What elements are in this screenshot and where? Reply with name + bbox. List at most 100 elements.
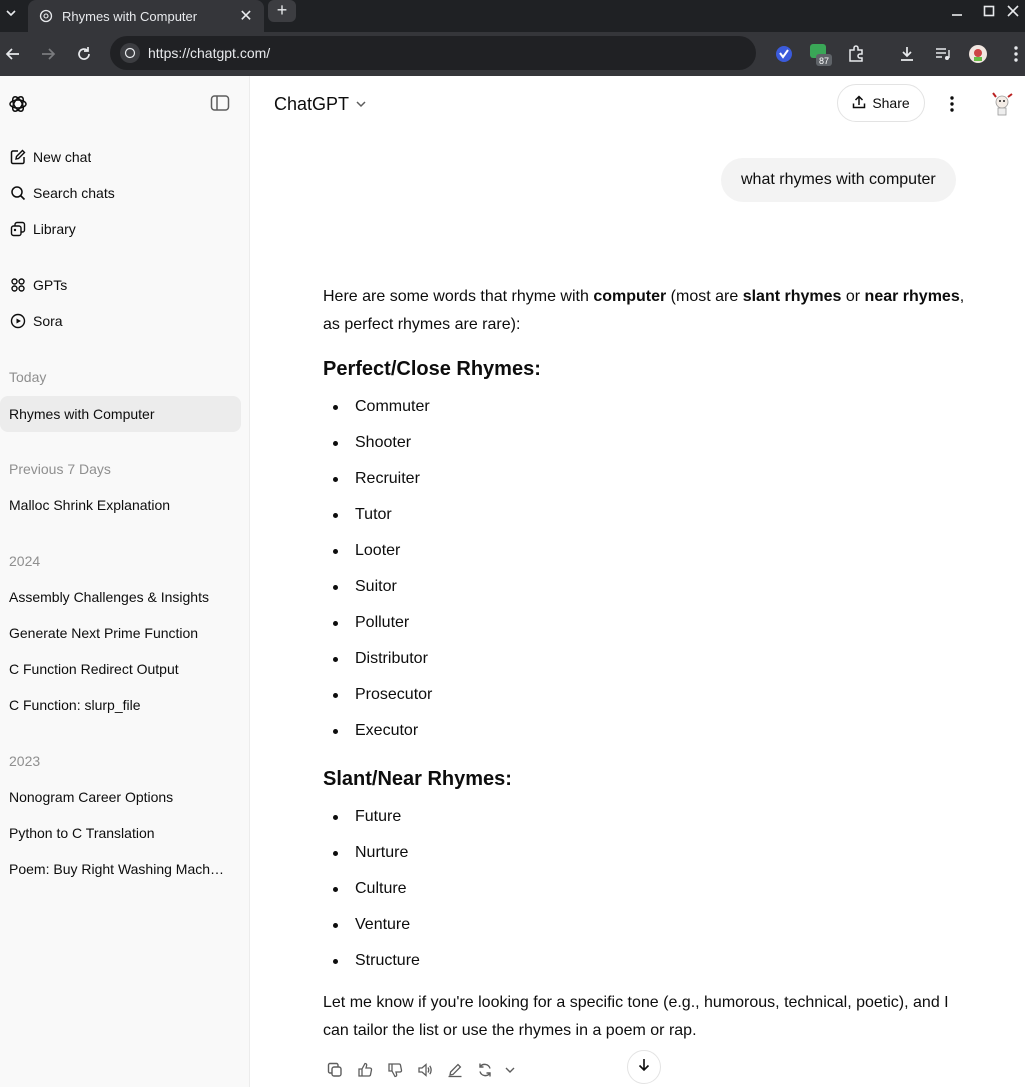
model-selector[interactable]: ChatGPT	[274, 94, 367, 115]
minimize-icon[interactable]	[944, 0, 970, 22]
list-item: Shooter	[323, 425, 973, 461]
regenerate-icon[interactable]	[473, 1058, 497, 1082]
vpn-extension-icon[interactable]	[772, 42, 796, 66]
list-item: Structure	[323, 943, 973, 979]
chat-item[interactable]: Generate Next Prime Function	[0, 615, 241, 651]
chat-item[interactable]: Nonogram Career Options	[0, 779, 241, 815]
chat-item[interactable]: Assembly Challenges & Insights	[0, 579, 241, 615]
address-bar[interactable]: https://chatgpt.com/	[110, 36, 756, 70]
chevron-down-icon[interactable]	[503, 1058, 517, 1082]
sora-label: Sora	[33, 313, 63, 329]
openai-logo-icon[interactable]	[8, 94, 28, 114]
new-chat-button[interactable]: New chat	[0, 139, 241, 175]
chat-item[interactable]: Poem: Buy Right Washing Mach…	[0, 851, 241, 887]
sora-button[interactable]: Sora	[0, 303, 241, 339]
media-queue-icon[interactable]	[931, 42, 955, 66]
share-label: Share	[872, 95, 910, 111]
sidebar-toggle-icon[interactable]	[210, 94, 232, 114]
chat-item-label: Python to C Translation	[9, 825, 155, 841]
chat-item-label: Rhymes with Computer	[9, 406, 155, 422]
library-label: Library	[33, 221, 76, 237]
site-info-icon[interactable]	[120, 43, 140, 63]
extension-badge-icon[interactable]: 87	[808, 42, 832, 66]
reload-icon[interactable]	[72, 42, 96, 66]
chat-item-label: Poem: Buy Right Washing Mach…	[9, 861, 224, 877]
share-button[interactable]: Share	[837, 84, 925, 122]
gpts-button[interactable]: GPTs	[0, 267, 241, 303]
list-item: Prosecutor	[323, 677, 973, 713]
chat-item-label: Generate Next Prime Function	[9, 625, 199, 641]
library-button[interactable]: Library	[0, 211, 241, 247]
list-item: Looter	[323, 533, 973, 569]
gpts-label: GPTs	[33, 277, 68, 293]
close-window-icon[interactable]	[1000, 0, 1025, 22]
search-chats-label: Search chats	[33, 185, 115, 201]
tab-title: Rhymes with Computer	[62, 8, 198, 24]
new-chat-label: New chat	[33, 149, 92, 165]
list-item: Venture	[323, 907, 973, 943]
back-arrow-icon[interactable]	[1, 42, 25, 66]
chat-item-label: C Function: slurp_file	[9, 697, 141, 713]
new-tab-button[interactable]: +	[268, 0, 296, 22]
rhyme-list-perfect: Commuter Shooter Recruiter Tutor Looter …	[323, 389, 973, 749]
read-aloud-icon[interactable]	[413, 1058, 437, 1082]
section-title-2024: 2024	[9, 553, 41, 569]
section-heading: Perfect/Close Rhymes:	[323, 358, 541, 380]
forward-arrow-icon[interactable]	[36, 42, 60, 66]
openai-favicon-icon	[38, 8, 54, 24]
close-tab-icon[interactable]: ✕	[238, 6, 254, 26]
chat-item-label: C Function Redirect Output	[9, 661, 179, 677]
maximize-icon[interactable]	[976, 0, 1002, 22]
section-heading: Slant/Near Rhymes:	[323, 768, 512, 790]
chat-item[interactable]: C Function: slurp_file	[0, 687, 241, 723]
list-item: Suitor	[323, 569, 973, 605]
user-avatar[interactable]	[988, 90, 1016, 118]
section-title-today: Today	[9, 369, 47, 385]
model-name: ChatGPT	[274, 94, 350, 114]
thumbs-up-icon[interactable]	[353, 1058, 377, 1082]
chat-item[interactable]: C Function Redirect Output	[0, 651, 241, 687]
message-actions	[323, 1058, 523, 1082]
extensions-puzzle-icon[interactable]	[844, 42, 868, 66]
chat-item-label: Assembly Challenges & Insights	[9, 589, 209, 605]
tab-list-chevron-icon[interactable]	[4, 6, 20, 24]
list-item: Future	[323, 799, 973, 835]
thumbs-down-icon[interactable]	[383, 1058, 407, 1082]
assistant-message: Here are some words that rhyme with comp…	[323, 283, 973, 1045]
chat-item[interactable]: Malloc Shrink Explanation	[0, 487, 241, 523]
list-item: Commuter	[323, 389, 973, 425]
list-item: Nurture	[323, 835, 973, 871]
svg-text:87: 87	[819, 56, 829, 66]
browser-tab-bar: Rhymes with Computer ✕ +	[0, 0, 1025, 32]
arrow-down-icon	[636, 1057, 652, 1078]
search-chats-button[interactable]: Search chats	[0, 175, 241, 211]
download-icon[interactable]	[895, 42, 919, 66]
user-message-bubble: what rhymes with computer	[721, 158, 956, 202]
copy-icon[interactable]	[323, 1058, 347, 1082]
list-item: Culture	[323, 871, 973, 907]
browser-toolbar: https://chatgpt.com/ 87	[0, 32, 1025, 76]
chat-item-active[interactable]: Rhymes with Computer	[0, 396, 241, 432]
edit-icon	[9, 148, 27, 166]
play-icon	[9, 312, 27, 330]
profile-avatar-icon[interactable]	[966, 42, 990, 66]
list-item: Executor	[323, 713, 973, 749]
grid-icon	[9, 276, 27, 294]
scroll-to-bottom-button[interactable]	[627, 1050, 661, 1084]
main-header: ChatGPT Share	[250, 76, 1025, 132]
list-item: Tutor	[323, 497, 973, 533]
share-icon	[852, 94, 866, 112]
chat-item[interactable]: Python to C Translation	[0, 815, 241, 851]
more-options-icon[interactable]	[942, 92, 962, 116]
chat-item-label: Nonogram Career Options	[9, 789, 174, 805]
section-title-previous-7-days: Previous 7 Days	[9, 461, 111, 477]
url-text: https://chatgpt.com/	[148, 45, 271, 61]
answer-intro: Here are some words that rhyme with comp…	[323, 288, 965, 333]
sidebar: New chat Search chats Library GPTs Sora …	[0, 76, 250, 1087]
search-icon	[9, 184, 27, 202]
list-item: Distributor	[323, 641, 973, 677]
browser-menu-icon[interactable]	[1004, 42, 1025, 66]
edit-in-canvas-icon[interactable]	[443, 1058, 467, 1082]
browser-tab[interactable]: Rhymes with Computer ✕	[28, 0, 264, 32]
list-item: Polluter	[323, 605, 973, 641]
